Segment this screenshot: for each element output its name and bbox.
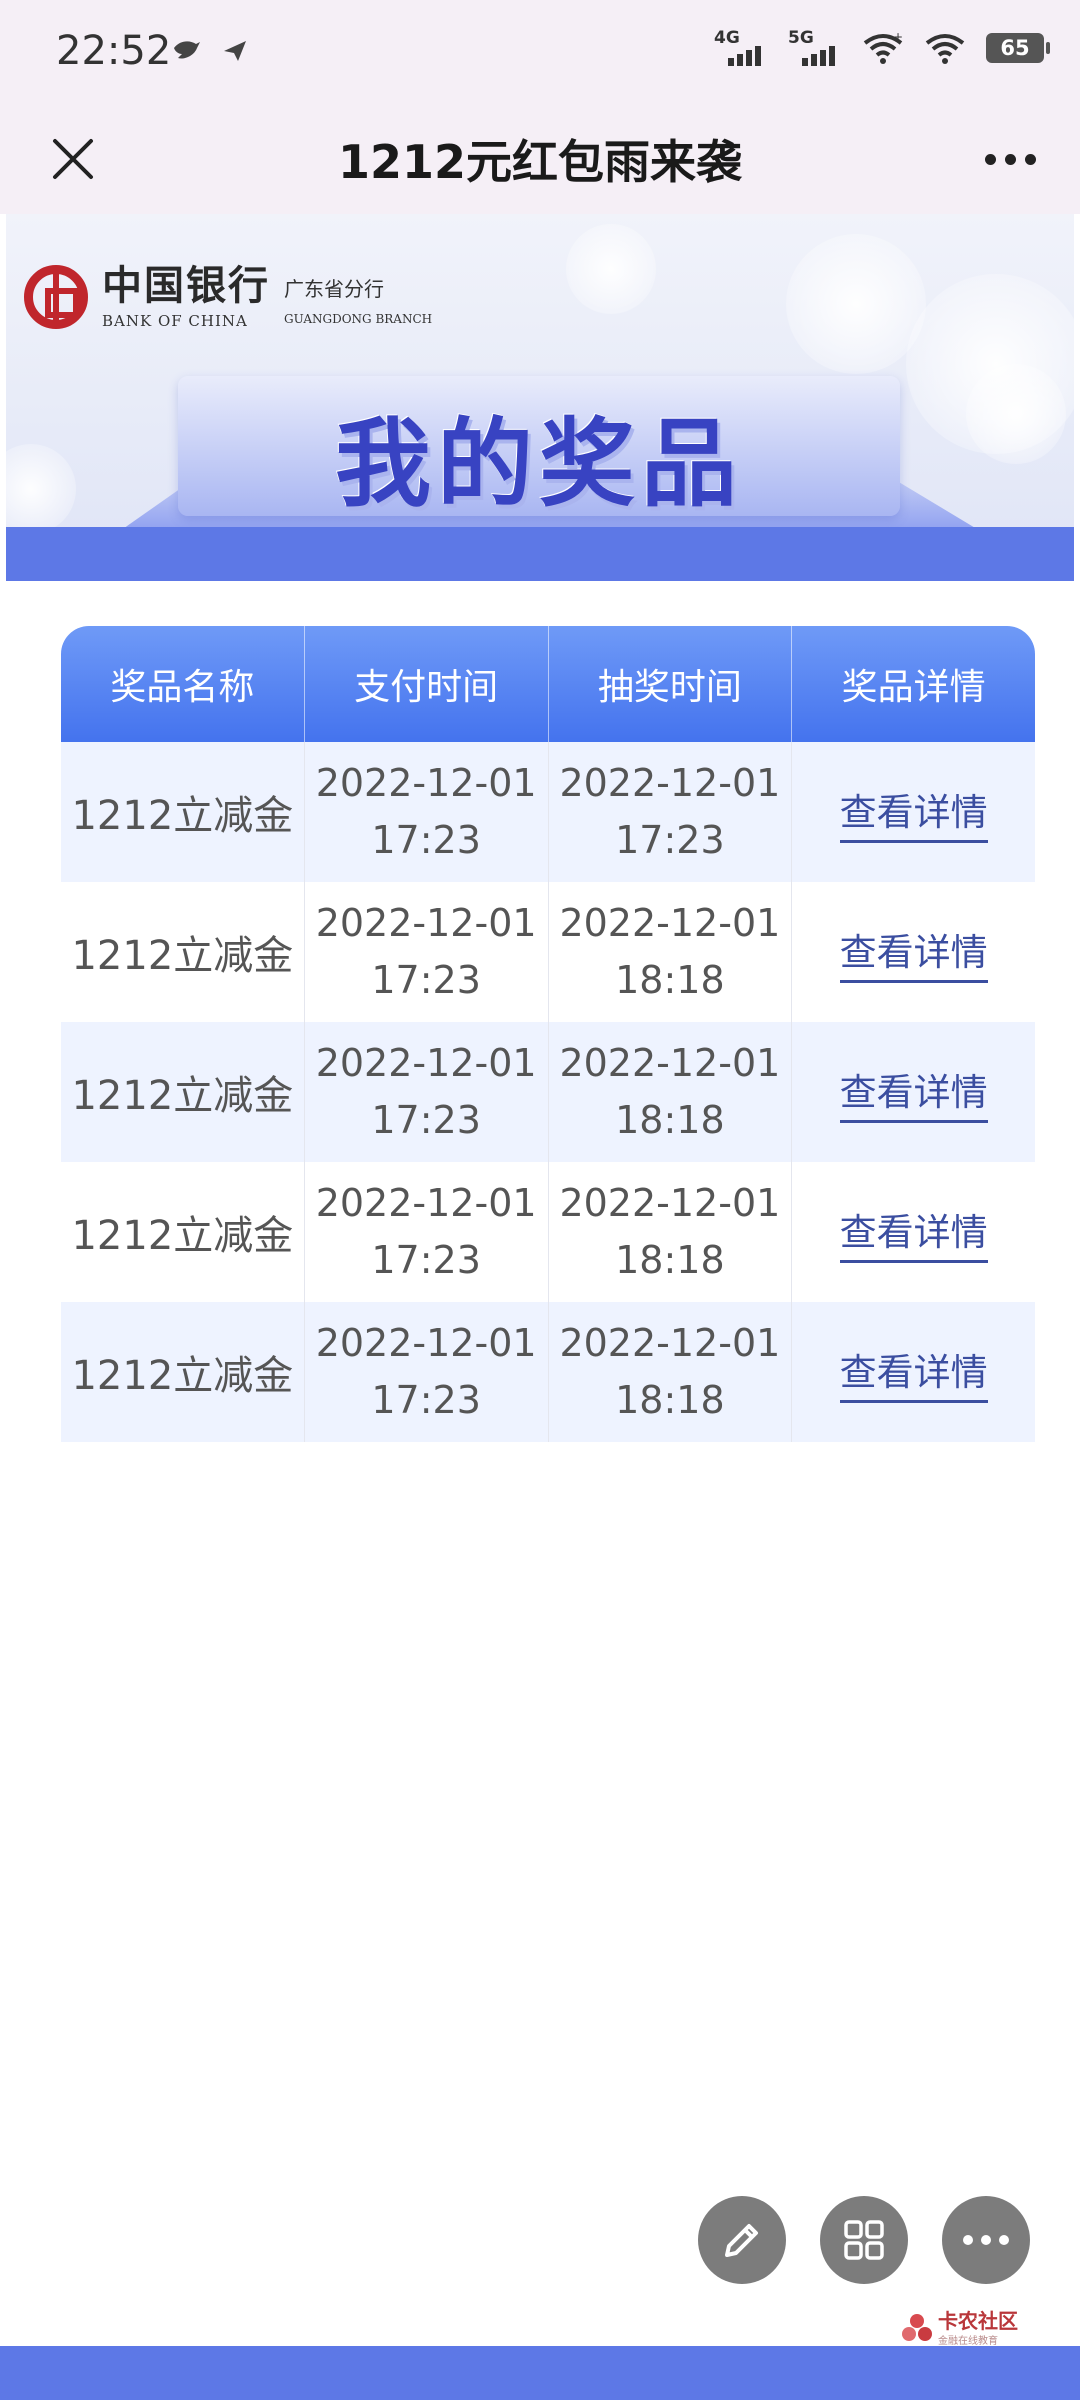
bank-of-china-logo-icon: [24, 265, 88, 329]
draw-time: 2022-12-01 18:18: [549, 1022, 793, 1162]
pay-time: 2022-12-01 17:23: [305, 882, 549, 1022]
detail-cell: 查看详情: [792, 1302, 1035, 1442]
banner: 中国银行 BANK OF CHINA 广东省分行 GUANGDONG BRANC…: [6, 214, 1074, 581]
view-detail-link[interactable]: 查看详情: [839, 922, 988, 983]
nav-bar: 1212元红包雨来袭: [0, 104, 1080, 214]
header-draw-time: 抽奖时间: [549, 626, 793, 742]
header-prize-detail: 奖品详情: [841, 667, 986, 708]
prize-name: 1212立减金: [61, 1162, 305, 1302]
more-options-button[interactable]: [970, 124, 1050, 194]
edit-icon: [725, 2224, 758, 2257]
floating-more-button[interactable]: [942, 2196, 1030, 2284]
table-row: 1212立减金 2022-12-01 17:23 2022-12-01 18:18 …: [61, 882, 1035, 1022]
prize-name: 1212立减金: [61, 1302, 305, 1442]
table-header: 奖品名称 支付时间 抽奖时间 奖品详情: [61, 626, 1035, 742]
banner-title: 我的奖品: [335, 408, 743, 520]
prize-name: 1212立减金: [61, 742, 305, 882]
prize-table: 奖品名称 支付时间 抽奖时间 奖品详情 1212立减金 2022-12-01 17…: [61, 626, 1035, 1442]
watermark-main: 卡农社区: [938, 2309, 1018, 2333]
prize-name: 1212立减金: [61, 1022, 305, 1162]
table-body: 1212立减金 2022-12-01 17:23 2022-12-01 17:23 …: [61, 742, 1035, 1442]
banner-base: [6, 527, 1074, 581]
watermark-logo-icon: [902, 2313, 932, 2341]
bird-icon: [174, 40, 200, 59]
edit-button[interactable]: [698, 2196, 786, 2284]
header-prize-name: 奖品名称: [61, 626, 305, 742]
draw-time: 2022-12-01 18:18: [549, 1162, 793, 1302]
draw-time: 2022-12-01 17:23: [549, 742, 793, 882]
detail-cell: 查看详情: [792, 742, 1035, 882]
signal-4g-icon: 4G: [714, 28, 768, 66]
wifi-extra-icon: +: [863, 31, 903, 64]
pay-time: 2022-12-01 17:23: [305, 1022, 549, 1162]
battery-icon: 65: [986, 33, 1050, 63]
apps-grid-icon: [844, 2220, 884, 2260]
prize-name: 1212立减金: [61, 882, 305, 1022]
bank-name-en: BANK OF CHINA: [102, 312, 248, 330]
status-time: 22:52: [56, 28, 172, 74]
detail-cell: 查看详情: [792, 1162, 1035, 1302]
draw-time: 2022-12-01 18:18: [549, 882, 793, 1022]
apps-button[interactable]: [820, 2196, 908, 2284]
table-row: 1212立减金 2022-12-01 17:23 2022-12-01 18:18 …: [61, 1302, 1035, 1442]
pay-time: 2022-12-01 17:23: [305, 1302, 549, 1442]
detail-cell: 查看详情: [792, 1022, 1035, 1162]
signal-5g-icon: 5G: [788, 28, 842, 66]
view-detail-link[interactable]: 查看详情: [839, 1202, 988, 1263]
detail-cell: 查看详情: [792, 882, 1035, 1022]
watermark-sub: 金融在线教育: [938, 2336, 998, 2347]
page-title: 1212元红包雨来袭: [337, 135, 743, 189]
table-row: 1212立减金 2022-12-01 17:23 2022-12-01 18:18 …: [61, 1162, 1035, 1302]
svg-text:+: +: [893, 31, 903, 44]
view-detail-link[interactable]: 查看详情: [839, 782, 988, 843]
table-row: 1212立减金 2022-12-01 17:23 2022-12-01 18:18 …: [61, 1022, 1035, 1162]
more-icon: [959, 2235, 1013, 2245]
header-pay-time: 支付时间: [305, 626, 549, 742]
view-detail-link[interactable]: 查看详情: [839, 1342, 988, 1403]
status-bar: 22:52 4G 5G + 65: [0, 0, 1080, 104]
view-detail-link[interactable]: 查看详情: [839, 1062, 988, 1123]
table-row: 1212立减金 2022-12-01 17:23 2022-12-01 17:23 …: [61, 742, 1035, 882]
bank-name-cn: 中国银行: [102, 262, 270, 309]
pay-time: 2022-12-01 17:23: [305, 1162, 549, 1302]
page-content: 中国银行 BANK OF CHINA 广东省分行 GUANGDONG BRANC…: [6, 214, 1074, 2400]
wifi-icon: [925, 34, 965, 64]
branch-name-cn: 广东省分行: [284, 277, 384, 301]
notification-icons: [172, 32, 248, 67]
branch-name-en: GUANGDONG BRANCH: [284, 312, 433, 326]
more-icon: [984, 153, 1036, 165]
draw-time: 2022-12-01 18:18: [549, 1302, 793, 1442]
pay-time: 2022-12-01 17:23: [305, 742, 549, 882]
send-icon: [223, 40, 246, 61]
status-right: 4G 5G + 65: [714, 28, 1050, 66]
watermark: 卡农社区 金融在线教育: [900, 2310, 1018, 2347]
bank-logo: 中国银行 BANK OF CHINA 广东省分行 GUANGDONG BRANC…: [24, 264, 432, 330]
bottom-bar: [0, 2346, 1080, 2400]
